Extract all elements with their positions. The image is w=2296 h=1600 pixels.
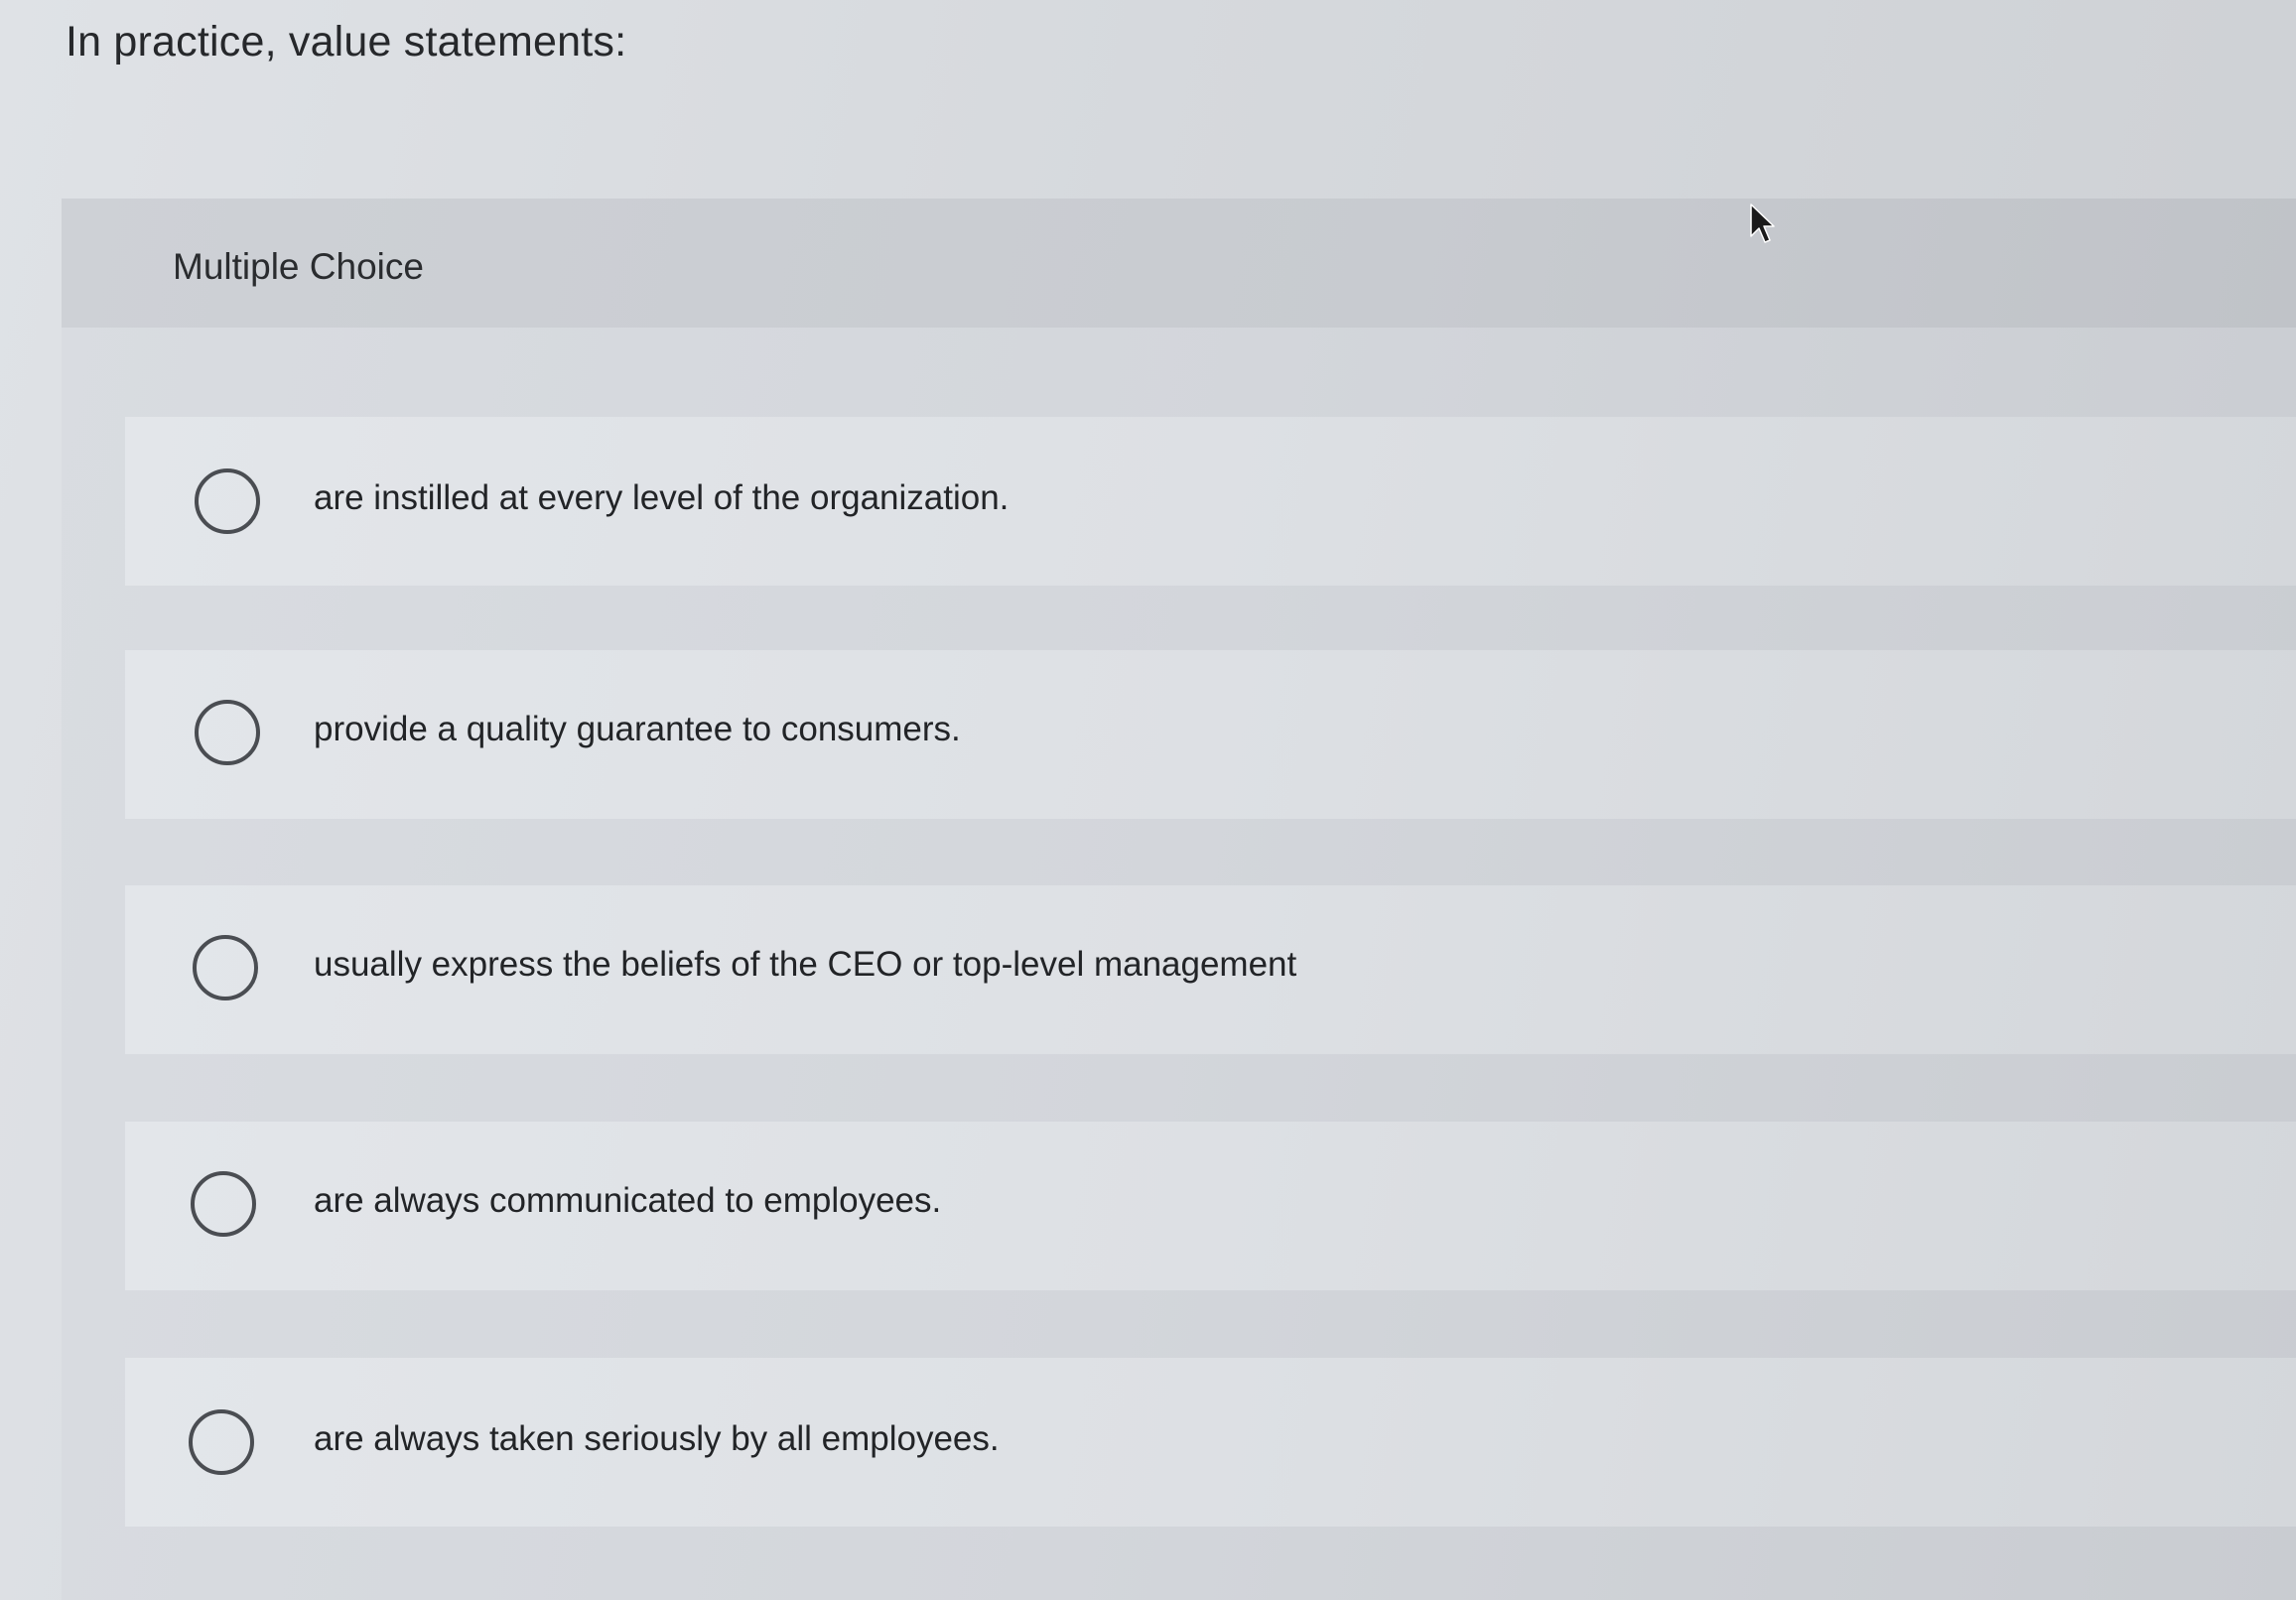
answer-option-label: provide a quality guarantee to consumers…: [314, 710, 961, 748]
answer-option-label: usually express the beliefs of the CEO o…: [314, 945, 1297, 984]
radio-button-icon[interactable]: [193, 935, 258, 1000]
multiple-choice-label: Multiple Choice: [173, 246, 424, 287]
answer-option-1[interactable]: are instilled at every level of the orga…: [125, 417, 2296, 586]
radio-button-icon[interactable]: [195, 700, 260, 765]
mouse-pointer-icon: [1750, 203, 1775, 243]
answer-option-label: are always communicated to employees.: [314, 1181, 942, 1220]
answer-option-5[interactable]: are always taken seriously by all employ…: [125, 1358, 2296, 1527]
answer-option-2[interactable]: provide a quality guarantee to consumers…: [125, 650, 2296, 819]
multiple-choice-header: Multiple Choice: [62, 199, 2296, 328]
multiple-choice-panel: Multiple Choice are instilled at every l…: [62, 199, 2296, 1600]
answer-option-3[interactable]: usually express the beliefs of the CEO o…: [125, 885, 2296, 1054]
answer-option-4[interactable]: are always communicated to employees.: [125, 1122, 2296, 1290]
question-text: In practice, value statements:: [66, 18, 627, 66]
radio-button-icon[interactable]: [191, 1171, 256, 1237]
radio-button-icon[interactable]: [195, 468, 260, 534]
answer-option-label: are always taken seriously by all employ…: [314, 1419, 1000, 1458]
answer-option-label: are instilled at every level of the orga…: [314, 478, 1010, 517]
radio-button-icon[interactable]: [189, 1409, 254, 1475]
